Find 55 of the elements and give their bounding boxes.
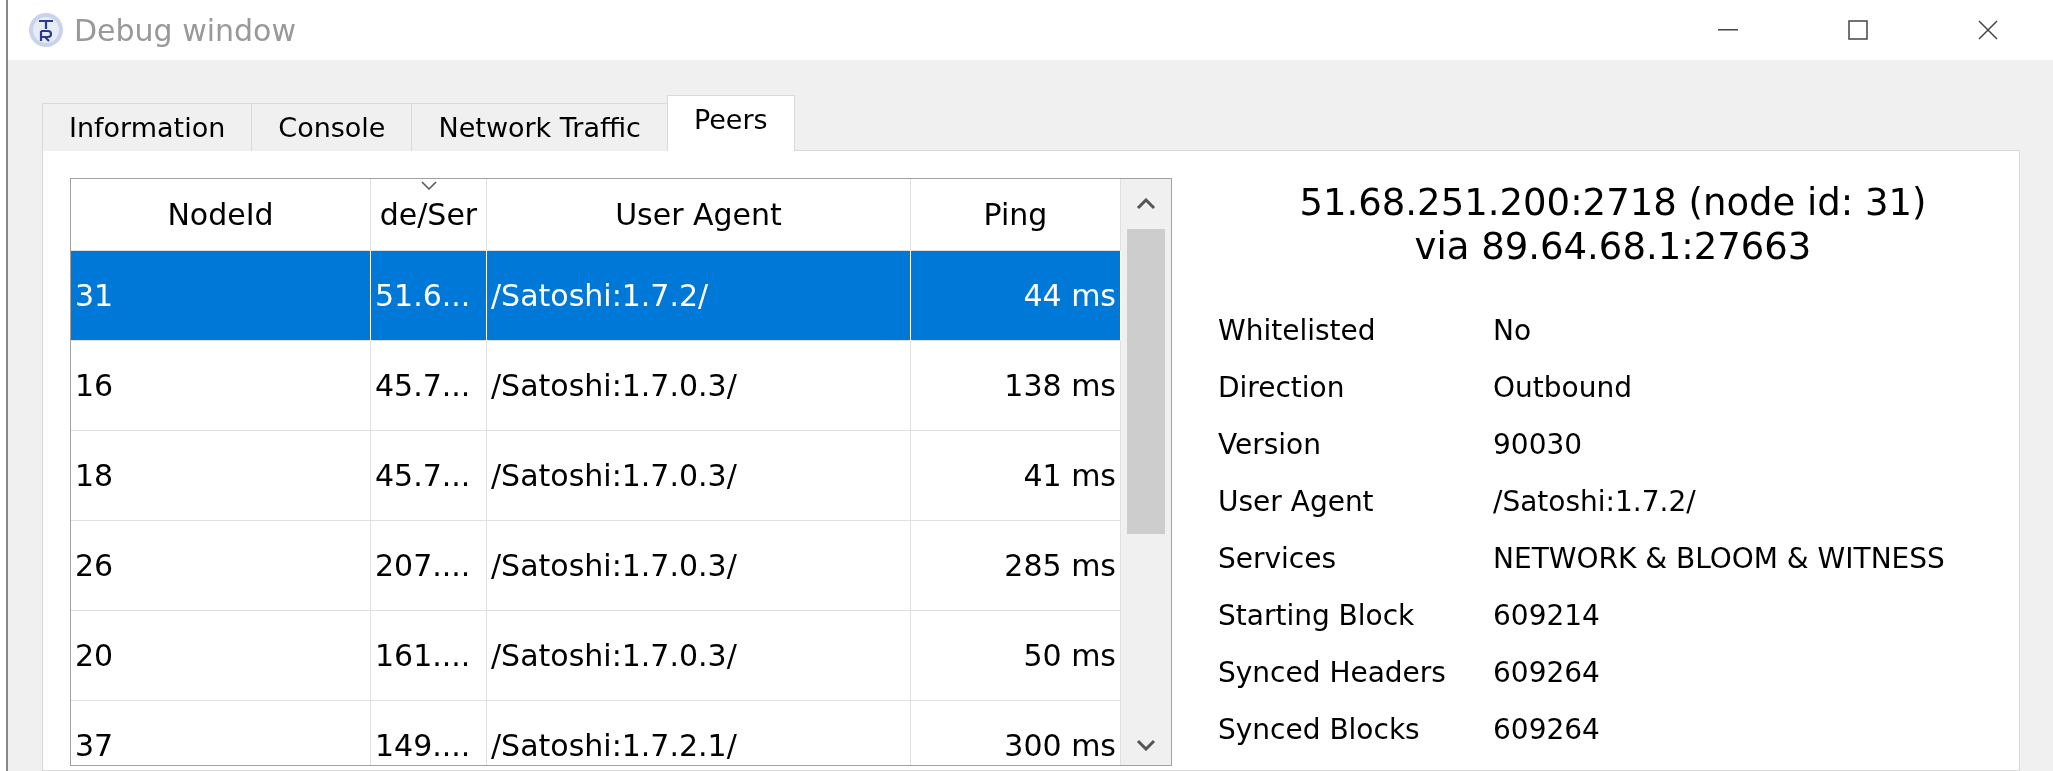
table-row[interactable]: 31 51.6... /Satoshi:1.7.2/ 44 ms	[71, 251, 1121, 341]
scroll-down-icon[interactable]	[1136, 739, 1156, 751]
table-cell: 45.7...	[371, 431, 487, 521]
close-icon[interactable]	[1978, 20, 1998, 40]
table-cell: 45.7...	[371, 341, 487, 431]
field-label: Starting Block	[1218, 598, 1416, 634]
scrollbar-thumb[interactable]	[1127, 229, 1165, 534]
field-value: Outbound	[1493, 370, 1633, 406]
minimize-icon[interactable]	[1718, 29, 1738, 31]
field-value: /Satoshi:1.7.2/	[1493, 484, 1697, 520]
tab[interactable]: Peers	[666, 95, 795, 151]
field-value: NETWORK & BLOOM & WITNESS	[1493, 541, 1945, 577]
peer-address-subtitle: via 89.64.68.1:27663	[1414, 225, 1812, 269]
table-cell: 51.6...	[371, 251, 487, 341]
field-value: 90030	[1493, 427, 1584, 463]
window-title: Debug window	[74, 12, 296, 48]
table-cell: 20	[71, 611, 371, 701]
field-label: Synced Blocks	[1218, 712, 1421, 748]
table-cell: /Satoshi:1.7.0.3/	[487, 611, 911, 701]
table-cell: 26	[71, 521, 371, 611]
table-cell: 149....	[371, 701, 487, 765]
table-cell: /Satoshi:1.7.0.3/	[487, 431, 911, 521]
app-logo-icon	[28, 12, 64, 48]
field-label: Whitelisted	[1218, 313, 1377, 349]
field-label: Synced Headers	[1218, 655, 1447, 691]
field-value: 609214	[1493, 598, 1601, 634]
field-label: Version	[1218, 427, 1322, 463]
field-label: Direction	[1218, 370, 1346, 406]
table-row[interactable]: 20 161.... /Satoshi:1.7.0.3/ 50 ms	[71, 611, 1121, 701]
table-cell: 44 ms	[911, 251, 1121, 341]
peer-address-title: 51.68.251.200:2718 (node id: 31)	[1299, 181, 1927, 225]
field-value: 609264	[1493, 712, 1601, 748]
scroll-up-icon[interactable]	[1136, 198, 1156, 210]
field-label: User Agent	[1218, 484, 1375, 520]
table-cell: /Satoshi:1.7.0.3/	[487, 341, 911, 431]
table-row[interactable]: 26 207.... /Satoshi:1.7.0.3/ 285 ms	[71, 521, 1121, 611]
table-cell: 16	[71, 341, 371, 431]
table-cell: 207....	[371, 521, 487, 611]
tab[interactable]: Network Traffic	[411, 103, 668, 151]
table-cell: 161....	[371, 611, 487, 701]
table-cell: /Satoshi:1.7.0.3/	[487, 521, 911, 611]
table-cell: 37	[71, 701, 371, 765]
maximize-icon[interactable]	[1848, 20, 1868, 40]
tab[interactable]: Information	[42, 103, 253, 151]
scrollbar[interactable]	[1121, 179, 1171, 765]
table-row[interactable]: 18 45.7... /Satoshi:1.7.0.3/ 41 ms	[71, 431, 1121, 521]
field-value: No	[1493, 313, 1533, 349]
table-row[interactable]: 16 45.7... /Satoshi:1.7.0.3/ 138 ms	[71, 341, 1121, 431]
tab[interactable]: Console	[251, 103, 413, 151]
table-cell: 18	[71, 431, 371, 521]
field-label: Services	[1218, 541, 1338, 577]
table-cell: /Satoshi:1.7.2/	[487, 251, 911, 341]
table-cell: 31	[71, 251, 371, 341]
field-value: 609264	[1493, 655, 1601, 691]
table-cell: /Satoshi:1.7.2.1/	[487, 701, 911, 765]
